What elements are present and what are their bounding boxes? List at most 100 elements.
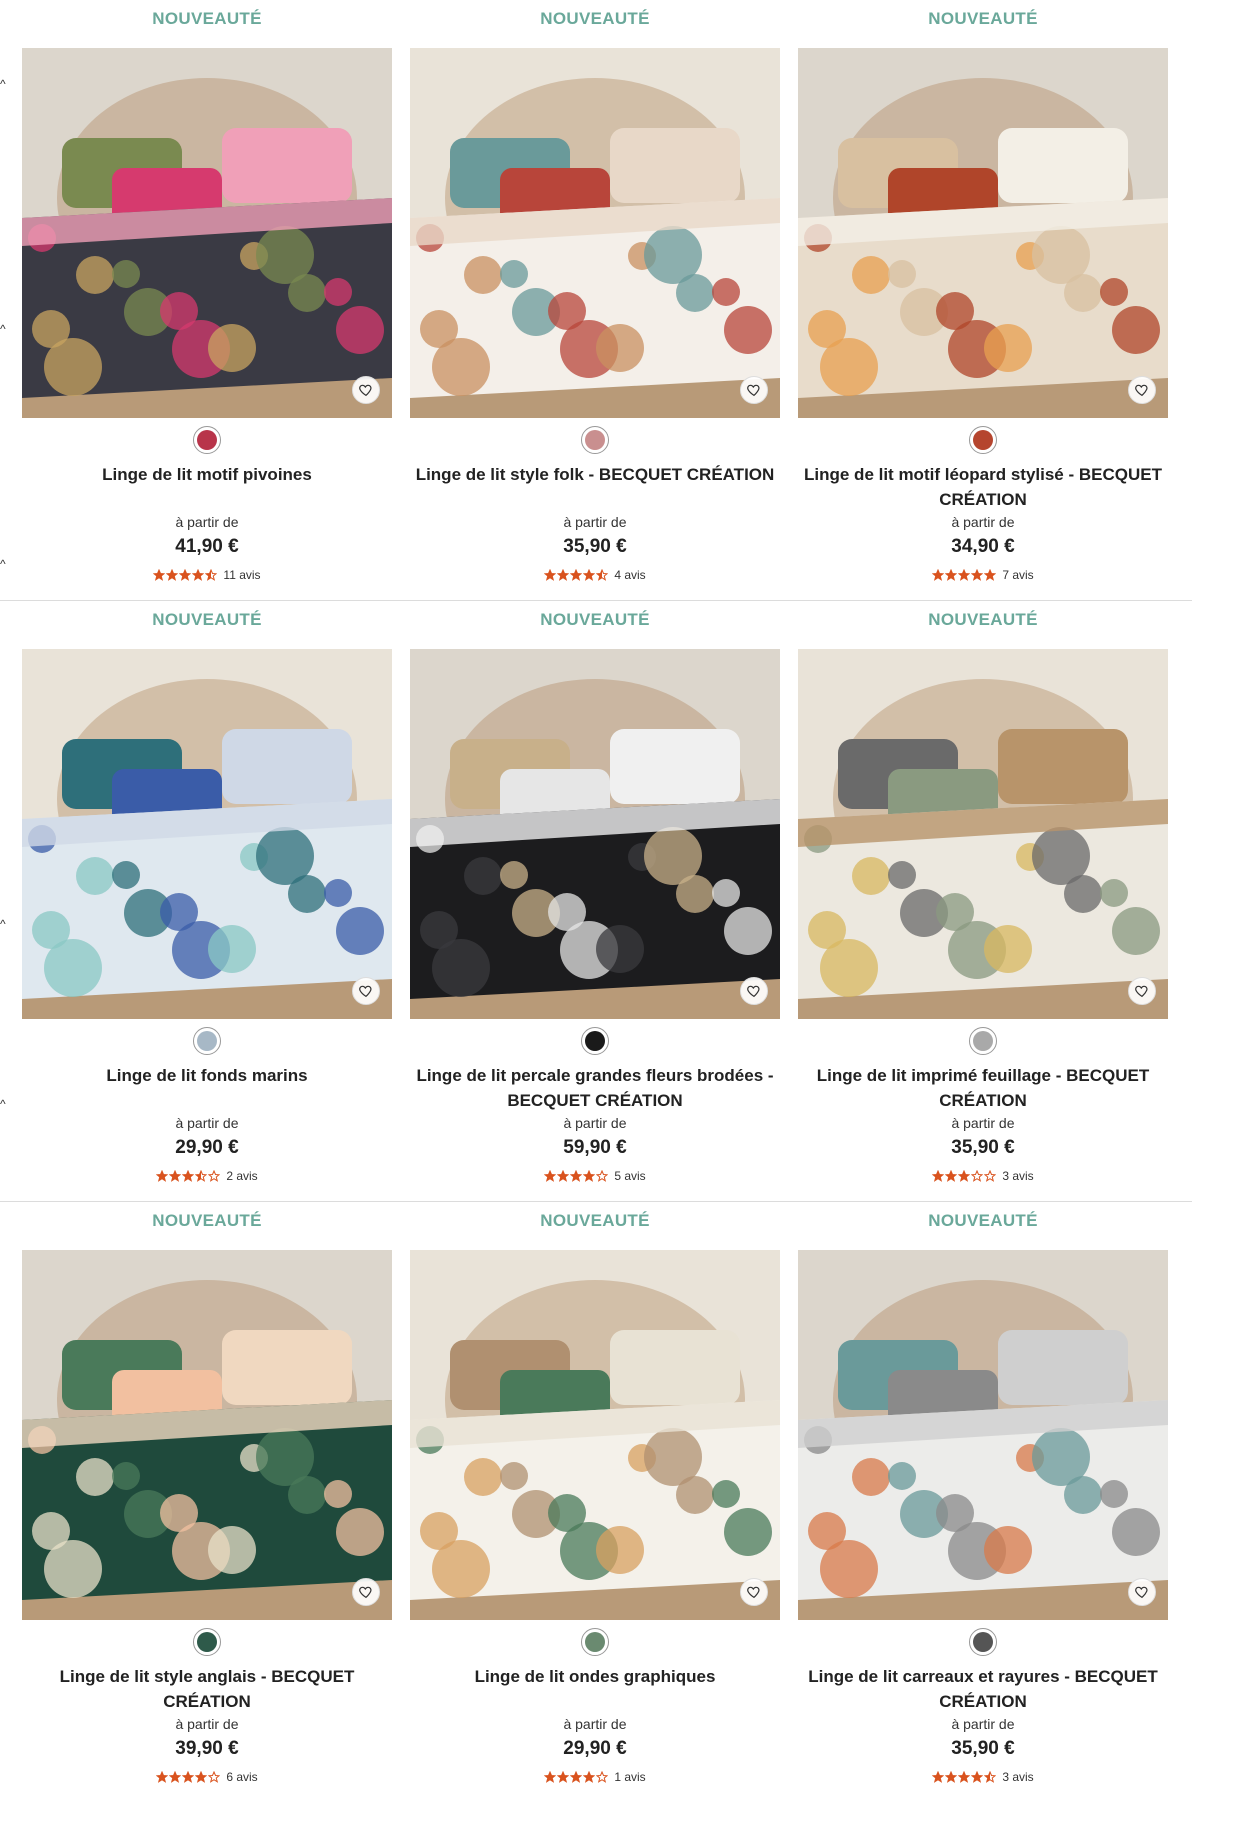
product-rating[interactable]: 5 avis: [410, 1165, 780, 1187]
favorite-button[interactable]: [740, 977, 768, 1005]
review-count: 11 avis: [223, 568, 261, 582]
product-card[interactable]: NOUVEAUTÉ Linge de lit imprimé feuillage …: [798, 601, 1168, 1201]
review-count: 4 avis: [614, 568, 646, 582]
color-swatch[interactable]: [193, 1027, 221, 1055]
new-badge: NOUVEAUTÉ: [540, 610, 650, 629]
product-rating[interactable]: 4 avis: [410, 564, 780, 586]
product-rating[interactable]: 2 avis: [22, 1165, 392, 1187]
favorite-button[interactable]: [740, 376, 768, 404]
new-badge: NOUVEAUTÉ: [928, 610, 1038, 629]
product-row: NOUVEAUTÉ Linge de lit style anglais - BE…: [0, 1202, 1192, 1803]
star-empty-icon: [208, 1771, 221, 1783]
product-image[interactable]: [410, 48, 780, 418]
review-count: 7 avis: [1002, 568, 1034, 582]
product-name-link[interactable]: Linge de lit motif léopard stylisé - BEC…: [798, 462, 1168, 512]
color-swatch[interactable]: [581, 426, 609, 454]
price-prefix: à partir de: [175, 1716, 239, 1732]
star-full-icon: [544, 1771, 557, 1783]
product-card[interactable]: NOUVEAUTÉ Linge de lit style folk - BECQU…: [410, 0, 780, 600]
favorite-button[interactable]: [352, 1578, 380, 1606]
product-rating[interactable]: 11 avis: [22, 564, 392, 586]
product-photo: [410, 649, 780, 1019]
product-image[interactable]: [798, 649, 1168, 1019]
new-badge: NOUVEAUTÉ: [152, 1211, 262, 1230]
product-image[interactable]: [22, 1250, 392, 1620]
product-photo: [22, 1250, 392, 1620]
product-card[interactable]: NOUVEAUTÉ Linge de lit motif léopard styl…: [798, 0, 1168, 600]
color-swatches: [22, 1620, 392, 1664]
favorite-button[interactable]: [352, 977, 380, 1005]
product-name-link[interactable]: Linge de lit carreaux et rayures - BECQU…: [798, 1664, 1168, 1714]
product-photo: [798, 1250, 1168, 1620]
star-full-icon: [557, 1170, 570, 1182]
product-rating[interactable]: 3 avis: [798, 1766, 1168, 1788]
product-name-link[interactable]: Linge de lit style folk - BECQUET CRÉATI…: [410, 462, 780, 512]
color-swatch[interactable]: [969, 1027, 997, 1055]
product-price: 29,90 €: [563, 1738, 627, 1759]
product-card[interactable]: NOUVEAUTÉ Linge de lit carreaux et rayure…: [798, 1202, 1168, 1802]
price-prefix: à partir de: [563, 1716, 627, 1732]
review-count: 3 avis: [1002, 1770, 1034, 1784]
star-full-icon: [971, 569, 984, 581]
star-full-icon: [557, 569, 570, 581]
star-full-icon: [192, 569, 205, 581]
product-name-link[interactable]: Linge de lit imprimé feuillage - BECQUET…: [798, 1063, 1168, 1113]
heart-icon: [359, 985, 372, 998]
color-swatch[interactable]: [193, 426, 221, 454]
product-name-link[interactable]: Linge de lit ondes graphiques: [410, 1664, 780, 1714]
product-photo: [22, 649, 392, 1019]
product-card[interactable]: NOUVEAUTÉ Linge de lit ondes graphiques à …: [410, 1202, 780, 1802]
favorite-button[interactable]: [1128, 1578, 1156, 1606]
product-photo: [798, 48, 1168, 418]
color-swatches: [798, 1620, 1168, 1664]
star-empty-icon: [984, 1170, 997, 1182]
color-swatch[interactable]: [969, 1628, 997, 1656]
product-rating[interactable]: 3 avis: [798, 1165, 1168, 1187]
product-image[interactable]: [798, 48, 1168, 418]
product-image[interactable]: [410, 1250, 780, 1620]
product-rating[interactable]: 6 avis: [22, 1766, 392, 1788]
color-swatch[interactable]: [193, 1628, 221, 1656]
star-full-icon: [544, 1170, 557, 1182]
product-name-link[interactable]: Linge de lit fonds marins: [22, 1063, 392, 1113]
product-image[interactable]: [798, 1250, 1168, 1620]
star-full-icon: [195, 1771, 208, 1783]
product-card[interactable]: NOUVEAUTÉ Linge de lit percale grandes fl…: [410, 601, 780, 1201]
price-prefix: à partir de: [175, 514, 239, 530]
product-name-link[interactable]: Linge de lit motif pivoines: [22, 462, 392, 512]
rating-stars: [932, 1771, 997, 1783]
product-price: 34,90 €: [951, 536, 1015, 557]
heart-icon: [359, 1586, 372, 1599]
favorite-button[interactable]: [740, 1578, 768, 1606]
product-image[interactable]: [22, 48, 392, 418]
heart-icon: [1135, 384, 1148, 397]
price-prefix: à partir de: [175, 1115, 239, 1131]
star-full-icon: [945, 569, 958, 581]
favorite-button[interactable]: [1128, 376, 1156, 404]
product-image[interactable]: [410, 649, 780, 1019]
product-card[interactable]: NOUVEAUTÉ Linge de lit fonds marins à part…: [22, 601, 392, 1201]
star-half-icon: [984, 1771, 997, 1783]
color-swatch[interactable]: [969, 426, 997, 454]
new-badge: NOUVEAUTÉ: [928, 9, 1038, 28]
rating-stars: [156, 1771, 221, 1783]
product-image[interactable]: [22, 649, 392, 1019]
color-swatch[interactable]: [581, 1027, 609, 1055]
favorite-button[interactable]: [352, 376, 380, 404]
product-photo: [410, 1250, 780, 1620]
product-rating[interactable]: 1 avis: [410, 1766, 780, 1788]
favorite-button[interactable]: [1128, 977, 1156, 1005]
product-name-link[interactable]: Linge de lit style anglais - BECQUET CRÉ…: [22, 1664, 392, 1714]
product-card[interactable]: NOUVEAUTÉ Linge de lit style anglais - BE…: [22, 1202, 392, 1802]
star-half-icon: [205, 569, 218, 581]
heart-icon: [747, 1586, 760, 1599]
star-full-icon: [932, 1170, 945, 1182]
product-card[interactable]: NOUVEAUTÉ Linge de lit motif pivoines à pa…: [22, 0, 392, 600]
star-empty-icon: [208, 1170, 221, 1182]
star-full-icon: [153, 569, 166, 581]
product-name-link[interactable]: Linge de lit percale grandes fleurs brod…: [410, 1063, 780, 1113]
star-half-icon: [195, 1170, 208, 1182]
product-price: 35,90 €: [951, 1137, 1015, 1158]
product-rating[interactable]: 7 avis: [798, 564, 1168, 586]
color-swatch[interactable]: [581, 1628, 609, 1656]
